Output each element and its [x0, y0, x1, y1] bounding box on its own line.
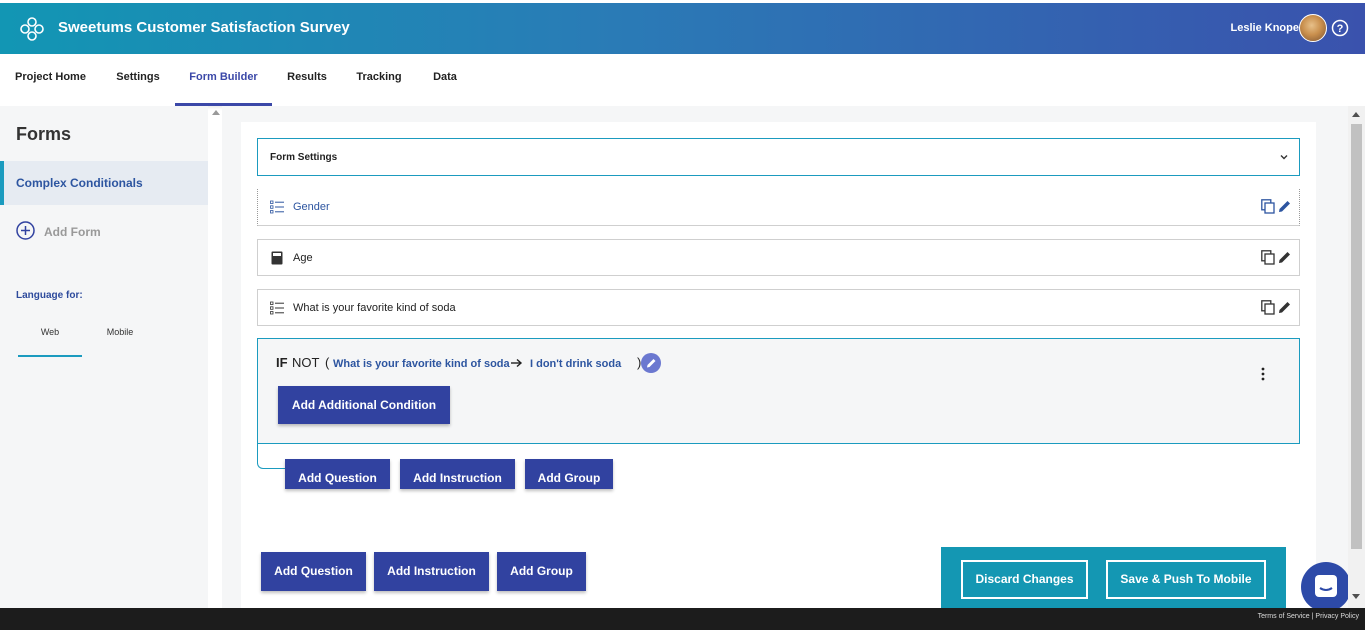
more-options-icon[interactable] — [1261, 367, 1265, 381]
condition-answer-link[interactable]: I don't drink soda — [530, 358, 621, 370]
save-bar: Discard Changes Save & Push To Mobile — [941, 547, 1286, 608]
question-label: What is your favorite kind of soda — [293, 302, 456, 314]
tab-form-builder[interactable]: Form Builder — [175, 54, 272, 106]
scrollbar-thumb[interactable] — [1351, 124, 1362, 549]
language-label: Language for: — [16, 290, 83, 301]
inner-add-group-button[interactable]: Add Group — [525, 459, 613, 489]
user-name[interactable]: Leslie Knope — [1231, 22, 1299, 34]
list-icon — [270, 200, 284, 214]
chat-icon — [1315, 575, 1337, 597]
discard-changes-button[interactable]: Discard Changes — [961, 560, 1088, 599]
question-row-age[interactable]: Age — [257, 239, 1300, 276]
condition-if-keyword: IF — [276, 355, 288, 370]
copy-icon[interactable] — [1261, 199, 1275, 214]
sidebar-item-complex-conditionals[interactable]: Complex Conditionals — [0, 161, 208, 205]
language-tab-web[interactable]: Web — [18, 327, 82, 357]
condition-not-keyword: NOT — [292, 355, 320, 370]
pencil-icon[interactable] — [1278, 251, 1291, 264]
plus-circle-icon — [16, 221, 35, 240]
arrow-right-icon — [511, 358, 523, 368]
tab-data[interactable]: Data — [425, 54, 465, 106]
tab-settings[interactable]: Settings — [106, 54, 170, 106]
sidebar-item-label: Complex Conditionals — [16, 176, 143, 190]
inner-add-question-button[interactable]: Add Question — [285, 459, 390, 489]
form-settings-panel[interactable]: Form Settings — [257, 138, 1300, 176]
footer: Terms of Service | Privacy Policy — [0, 608, 1365, 630]
add-group-button[interactable]: Add Group — [497, 552, 586, 591]
sidebar-title: Forms — [16, 124, 72, 144]
condition-open-paren: ( — [325, 355, 330, 370]
chevron-down-icon — [1280, 155, 1288, 160]
save-push-mobile-button[interactable]: Save & Push To Mobile — [1106, 560, 1266, 599]
tab-results[interactable]: Results — [280, 54, 334, 106]
sidebar: Forms Complex Conditionals Add Form Lang… — [0, 106, 208, 608]
add-question-button[interactable]: Add Question — [261, 552, 366, 591]
footer-separator: | — [1311, 613, 1314, 620]
form-settings-label: Form Settings — [270, 152, 338, 163]
question-row-gender[interactable]: Gender — [257, 189, 1300, 226]
language-tab-mobile[interactable]: Mobile — [88, 327, 152, 357]
avatar[interactable] — [1299, 14, 1327, 42]
question-label: Age — [293, 252, 313, 264]
add-additional-condition-button[interactable]: Add Additional Condition — [278, 386, 450, 424]
condition-question-link[interactable]: What is your favorite kind of soda — [333, 358, 510, 370]
calculator-icon — [271, 251, 283, 265]
main-scrollbar[interactable] — [1348, 106, 1365, 608]
app-header: Sweetums Customer Satisfaction Survey Le… — [0, 3, 1365, 54]
question-label: Gender — [293, 201, 330, 213]
tab-tracking[interactable]: Tracking — [350, 54, 408, 106]
inner-add-instruction-button[interactable]: Add Instruction — [400, 459, 515, 489]
main-nav: Project Home Settings Form Builder Resul… — [0, 54, 1365, 106]
terms-of-service-link[interactable]: Terms of Service — [1258, 613, 1310, 620]
pencil-icon[interactable] — [1278, 301, 1291, 314]
add-instruction-button[interactable]: Add Instruction — [374, 552, 489, 591]
add-form-label: Add Form — [44, 225, 101, 239]
sidebar-scroll-up-icon[interactable] — [212, 110, 220, 115]
chat-launcher[interactable] — [1301, 562, 1351, 612]
copy-icon[interactable] — [1261, 300, 1275, 315]
help-icon[interactable]: ? — [1331, 19, 1349, 37]
app-title: Sweetums Customer Satisfaction Survey — [58, 19, 350, 36]
condition-block: IF NOT ( What is your favorite kind of s… — [257, 338, 1300, 444]
tab-project-home[interactable]: Project Home — [6, 54, 95, 106]
copy-icon[interactable] — [1261, 250, 1275, 265]
edit-condition-icon[interactable] — [641, 353, 661, 373]
condition-connector — [257, 444, 287, 469]
question-row-favorite-soda[interactable]: What is your favorite kind of soda — [257, 289, 1300, 326]
svg-text:?: ? — [1337, 23, 1344, 35]
scroll-up-icon[interactable] — [1352, 112, 1360, 117]
privacy-policy-link[interactable]: Privacy Policy — [1315, 613, 1359, 620]
pencil-icon[interactable] — [1278, 200, 1291, 213]
list-icon — [270, 301, 284, 315]
app-logo-icon — [20, 17, 44, 41]
scroll-down-icon[interactable] — [1352, 594, 1360, 599]
